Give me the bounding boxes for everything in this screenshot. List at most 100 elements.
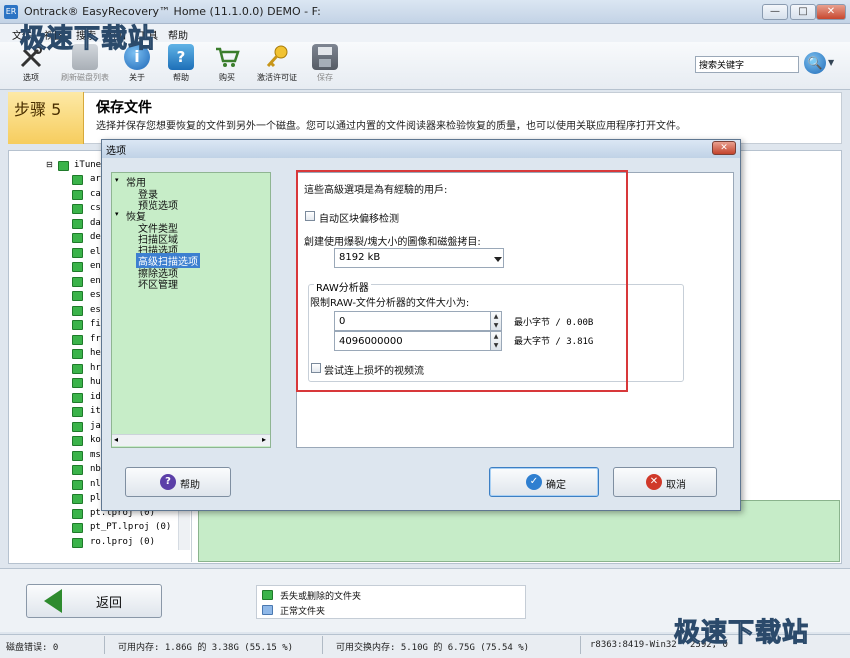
- folder-icon: [72, 523, 83, 533]
- tree-item[interactable]: ms: [90, 450, 101, 460]
- folder-icon: [72, 450, 83, 461]
- tree-item[interactable]: es: [90, 290, 101, 300]
- app-icon: ER: [4, 5, 18, 19]
- tree-item[interactable]: de: [90, 232, 101, 242]
- folder-icon: [72, 247, 83, 258]
- tree-item[interactable]: ko: [90, 435, 101, 445]
- scroll-left-icon[interactable]: ◂: [114, 435, 118, 444]
- tree-item[interactable]: el: [90, 247, 101, 257]
- folder-icon: [72, 204, 83, 214]
- cancel-label: 取消: [666, 480, 686, 491]
- folder-icon: [72, 349, 83, 359]
- minimize-button[interactable]: —: [762, 4, 788, 20]
- folder-icon: [72, 421, 83, 432]
- dialog-help-label: 帮助: [180, 480, 200, 491]
- tree-item[interactable]: en: [90, 261, 101, 271]
- tree-item[interactable]: pl: [90, 493, 101, 503]
- folder-icon: [72, 508, 83, 519]
- nav-item-bad-sectors[interactable]: 坏区管理: [138, 276, 178, 291]
- folder-icon: [72, 262, 83, 272]
- folder-icon: [72, 378, 83, 388]
- help-icon: ?: [160, 474, 176, 490]
- tree-item[interactable]: nl: [90, 479, 101, 489]
- folder-icon: [58, 161, 69, 171]
- tree-item[interactable]: it: [90, 406, 101, 416]
- step-description: 选择并保存您想要恢复的文件到另外一个磁盘。您可以通过内置的文件阅读器来检验恢复的…: [96, 121, 686, 132]
- tree-item[interactable]: hu: [90, 377, 101, 387]
- tree-item[interactable]: cs: [90, 203, 101, 213]
- nav-scrollbar[interactable]: [112, 434, 270, 446]
- ok-label: 确定: [546, 480, 566, 491]
- folder-icon: [72, 291, 83, 301]
- tree-item[interactable]: ja: [90, 421, 101, 431]
- legend-normal-folder: 正常文件夹: [280, 607, 326, 617]
- dialog-title: 选项: [106, 146, 126, 157]
- folder-icon: [72, 465, 83, 475]
- tree-item[interactable]: en: [90, 276, 101, 286]
- cancel-icon: ✕: [646, 474, 662, 490]
- close-button[interactable]: ✕: [816, 4, 846, 20]
- folder-icon: [72, 436, 83, 446]
- status-separator: [104, 636, 105, 654]
- cancel-button[interactable]: [613, 467, 717, 497]
- search-input[interactable]: [695, 56, 799, 73]
- activate-license-tool-button[interactable]: 激活许可证: [252, 44, 302, 88]
- status-memory: 可用内存: 1.86G 的 3.38G (55.15 %): [118, 643, 294, 653]
- folder-icon: [72, 407, 83, 417]
- tree-item[interactable]: id: [90, 392, 101, 402]
- dialog-title-bar: [102, 140, 740, 158]
- chevron-down-icon[interactable]: ▼: [828, 58, 834, 67]
- tree-item[interactable]: hr: [90, 363, 101, 373]
- save-icon: [312, 44, 338, 70]
- step-number: 步骤 5: [14, 100, 62, 119]
- tree-item[interactable]: fr: [90, 334, 101, 344]
- check-icon: ✓: [526, 474, 542, 490]
- watermark-bottom: 极速下载站: [673, 618, 810, 649]
- folder-icon: [72, 334, 83, 345]
- cart-icon: [214, 44, 240, 70]
- tree-item[interactable]: da: [90, 218, 101, 228]
- highlight-frame: [296, 170, 628, 392]
- scroll-right-icon[interactable]: ▸: [262, 435, 266, 444]
- key-icon: [264, 44, 290, 70]
- folder-icon: [72, 233, 83, 243]
- folder-icon: [72, 276, 83, 287]
- tree-item[interactable]: ar: [90, 174, 101, 184]
- save-tool-button[interactable]: 保存: [302, 44, 348, 88]
- legend-lost-folder: 丢失或删除的文件夹: [280, 592, 362, 602]
- buy-tool-button[interactable]: 购买: [204, 44, 250, 88]
- tree-item[interactable]: es: [90, 305, 101, 315]
- tree-item[interactable]: ro.lproj (0): [90, 537, 155, 547]
- folder-icon: [72, 392, 83, 403]
- tree-item[interactable]: he: [90, 348, 101, 358]
- status-build: r8363:8419-Win32: [590, 640, 677, 650]
- tree-item[interactable]: pt_PT.lproj (0): [90, 522, 171, 532]
- folder-icon: [72, 537, 83, 548]
- maximize-button[interactable]: □: [790, 4, 816, 20]
- status-separator: [322, 636, 323, 654]
- normal-folder-icon: [262, 605, 273, 615]
- folder-icon: [72, 363, 83, 374]
- step-title: 保存文件: [96, 100, 152, 116]
- back-button-label: 返回: [96, 596, 123, 611]
- folder-icon: [72, 320, 83, 330]
- tree-item[interactable]: nb: [90, 464, 101, 474]
- status-disk-errors: 磁盘错误: 0: [6, 643, 59, 653]
- window-title: Ontrack® EasyRecovery™ Home (11.1.0.0) D…: [24, 5, 321, 18]
- tree-item[interactable]: fi: [90, 319, 101, 329]
- expand-icon[interactable]: ▾: [115, 210, 119, 218]
- collapse-icon[interactable]: ⊟: [46, 160, 53, 169]
- menu-help[interactable]: 帮助: [168, 27, 188, 42]
- dialog-close-button[interactable]: ✕: [712, 141, 736, 155]
- folder-icon: [72, 479, 83, 490]
- search-icon[interactable]: 🔍: [804, 52, 826, 74]
- ok-button[interactable]: [489, 467, 599, 497]
- dialog-help-button[interactable]: [125, 467, 231, 497]
- help-icon: ?: [168, 44, 194, 70]
- folder-icon: [72, 189, 83, 200]
- help-tool-button[interactable]: ? 帮助: [158, 44, 204, 88]
- status-separator: [580, 636, 581, 654]
- expand-icon[interactable]: ▾: [115, 176, 119, 184]
- tree-item[interactable]: ca: [90, 189, 101, 199]
- folder-icon: [72, 175, 83, 185]
